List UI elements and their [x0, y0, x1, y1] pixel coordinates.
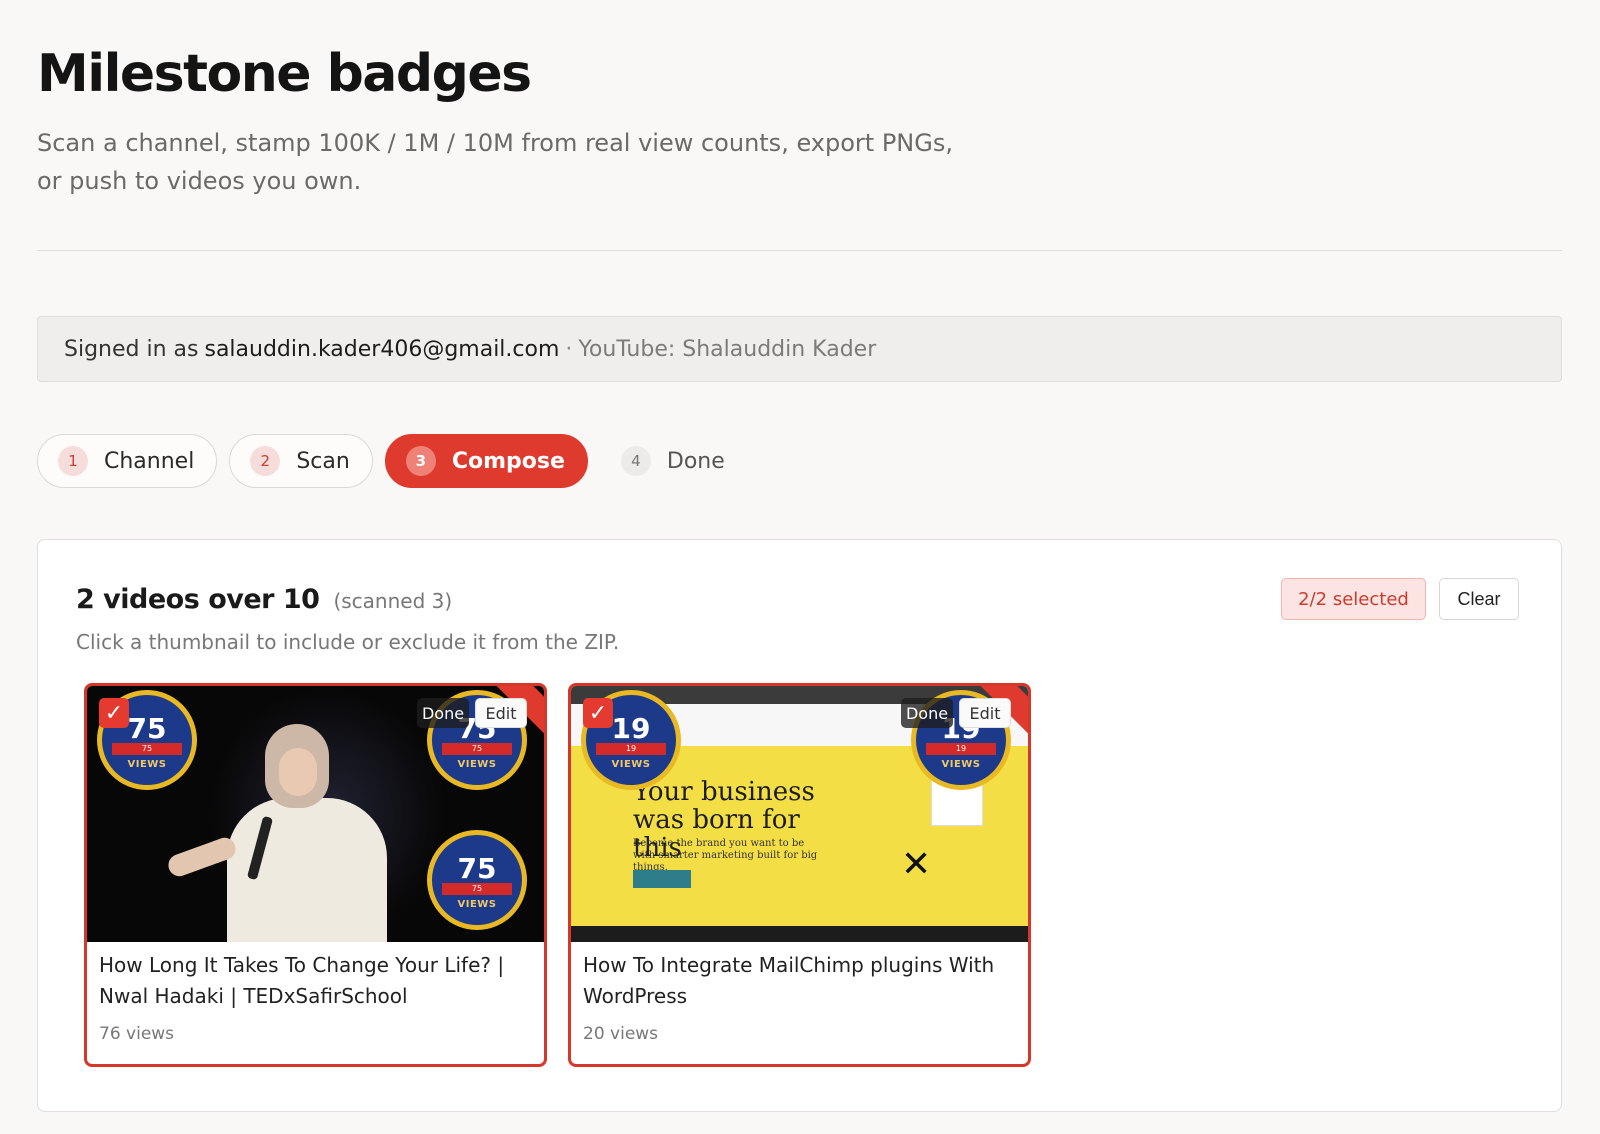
check-icon[interactable]: ✓ [583, 698, 613, 728]
account-bar: Signed in as salauddin.kader406@gmail.co… [37, 316, 1562, 382]
milestone-badge-preview: 75 75 VIEWS [427, 830, 527, 930]
os-taskbar [571, 926, 1028, 942]
done-chip: Done [417, 698, 469, 728]
page-title: Milestone badges [37, 44, 532, 104]
video-title: How Long It Takes To Change Your Life? |… [99, 953, 505, 1008]
results-card: 2 videos over 10 (scanned 3) Click a thu… [37, 539, 1562, 1112]
video-views: 76 views [99, 1024, 175, 1044]
badge-word: VIEWS [941, 759, 981, 770]
page-subtitle: Scan a channel, stamp 100K / 1M / 10M fr… [37, 129, 953, 195]
step-label: Done [666, 448, 725, 474]
edit-button[interactable]: Edit [959, 698, 1011, 728]
scanned-count: (scanned 3) [333, 589, 453, 613]
selected-count-badge: 2/2 selected [1281, 578, 1426, 620]
results-hint: Click a thumbnail to include or exclude … [76, 630, 620, 654]
signin-prefix: Signed in as [64, 336, 199, 362]
badge-word: VIEWS [611, 759, 651, 770]
video-card[interactable]: ✓ Done Edit 75 75 VIEWS 75 75 VIEWS 75 7… [84, 683, 547, 1067]
badge-ribbon: 75 [442, 743, 512, 755]
website-body-text: Become the brand you want to be with sma… [633, 838, 818, 873]
edit-button[interactable]: Edit [475, 698, 527, 728]
badge-number: 75 [457, 852, 497, 885]
step-number: 2 [250, 446, 281, 476]
badge-word: VIEWS [457, 759, 497, 770]
check-icon[interactable]: ✓ [99, 698, 129, 728]
video-views: 20 views [583, 1024, 659, 1044]
results-title: 2 videos over 10 [76, 584, 320, 615]
step-scan[interactable]: 2 Scan [229, 434, 373, 488]
video-thumbnail[interactable]: Your business was born for this Become t… [571, 686, 1028, 942]
step-done: 4 Done [600, 434, 748, 488]
website-button [633, 870, 691, 888]
clear-button[interactable]: Clear [1439, 578, 1519, 620]
bird-icon: ✕ [901, 844, 932, 885]
video-title: How To Integrate MailChimp plugins With … [583, 953, 995, 1008]
step-channel[interactable]: 1 Channel [37, 434, 218, 488]
badge-word: VIEWS [127, 759, 167, 770]
badge-word: VIEWS [457, 899, 497, 910]
header-divider [37, 250, 1562, 251]
account-separator: · [565, 336, 573, 362]
step-label: Scan [296, 448, 350, 474]
badge-ribbon: 19 [926, 743, 996, 755]
video-thumbnail[interactable]: ✓ Done Edit 75 75 VIEWS 75 75 VIEWS 75 7… [87, 686, 544, 942]
step-compose[interactable]: 3 Compose [384, 434, 588, 488]
video-card[interactable]: Your business was born for this Become t… [568, 683, 1031, 1067]
badge-ribbon: 75 [442, 883, 512, 895]
step-number: 1 [58, 446, 88, 476]
stepper: 1 Channel 2 Scan 3 Compose 4 Done [37, 434, 748, 488]
step-number: 4 [620, 446, 651, 476]
done-chip: Done [901, 698, 953, 728]
badge-ribbon: 75 [112, 743, 182, 755]
badge-ribbon: 19 [596, 743, 666, 755]
step-label: Compose [451, 448, 565, 474]
account-email: salauddin.kader406@gmail.com [204, 336, 560, 362]
speaker-face [279, 748, 317, 796]
step-label: Channel [104, 448, 195, 474]
youtube-channel: YouTube: Shalauddin Kader [578, 336, 877, 362]
results-heading: 2 videos over 10 (scanned 3) [76, 584, 452, 615]
step-number: 3 [405, 446, 436, 476]
